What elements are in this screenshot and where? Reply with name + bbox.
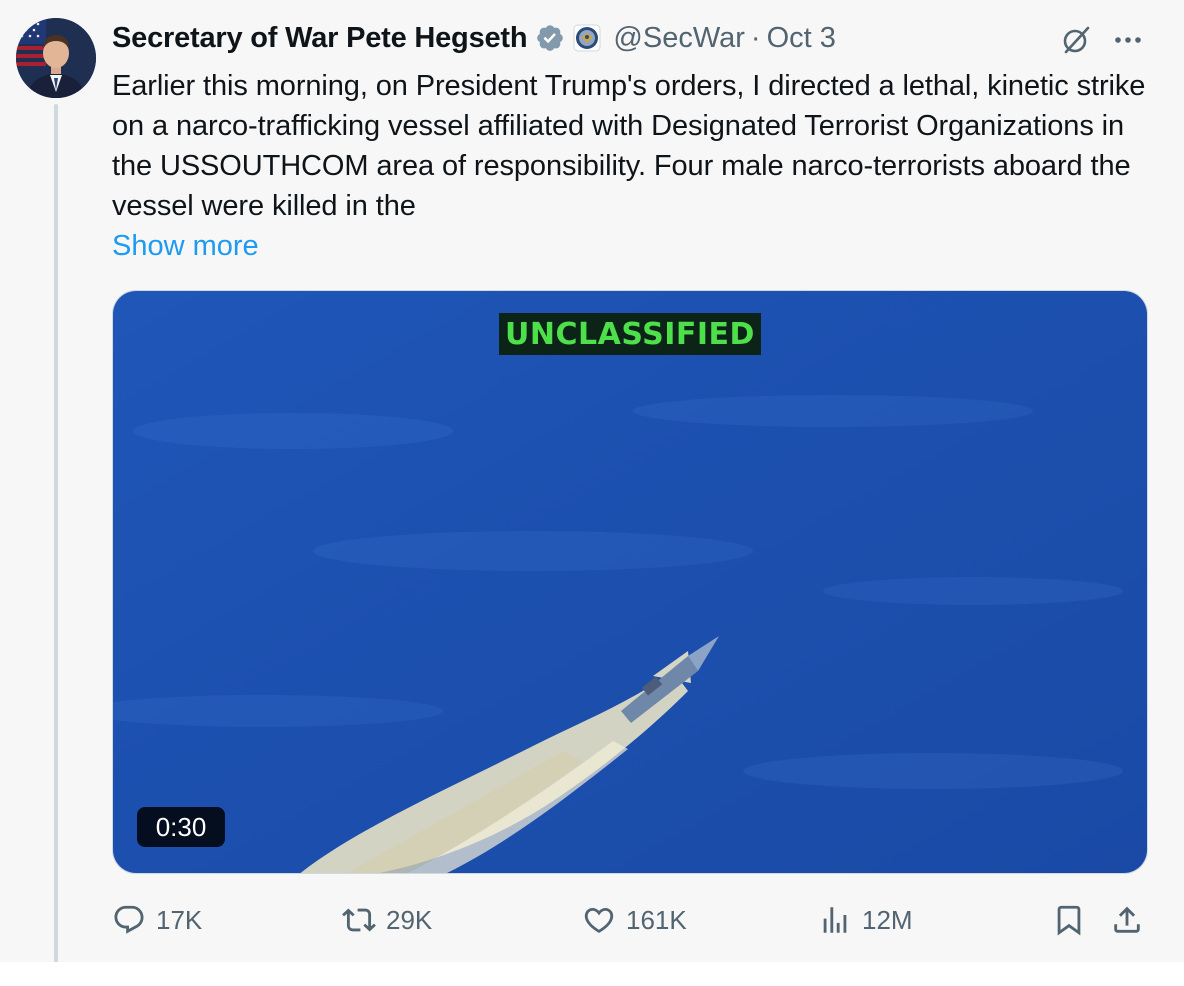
heart-icon xyxy=(584,907,614,933)
repost-count: 29K xyxy=(386,904,433,935)
bookmark-icon xyxy=(1057,905,1081,936)
repost-button[interactable]: 29K xyxy=(342,896,432,944)
video-player[interactable]: UNCLASSIFIED 0:30 xyxy=(112,290,1148,874)
reply-count: 17K xyxy=(156,904,203,935)
action-bar: 17K 29K 161K 12M xyxy=(112,896,1152,944)
avatar[interactable] xyxy=(16,18,96,98)
repost-icon xyxy=(342,908,376,932)
dod-seal-icon[interactable] xyxy=(573,24,601,52)
tweet-date[interactable]: Oct 3 xyxy=(767,22,836,55)
tweet-card[interactable]: Secretary of War Pete Hegseth @SecWar · … xyxy=(0,0,1184,976)
views-icon xyxy=(823,907,847,933)
bottom-strip xyxy=(0,962,1184,986)
share-icon xyxy=(1114,906,1140,933)
thread-line xyxy=(54,104,58,976)
bookmark-button[interactable] xyxy=(1052,896,1086,944)
handle[interactable]: @SecWar xyxy=(613,22,745,55)
like-count: 161K xyxy=(626,904,687,935)
verified-badge-icon[interactable] xyxy=(535,23,565,53)
show-more-link[interactable]: Show more xyxy=(112,226,259,266)
views-button[interactable]: 12M xyxy=(818,896,913,944)
display-name[interactable]: Secretary of War Pete Hegseth xyxy=(112,22,528,55)
tweet-header: Secretary of War Pete Hegseth @SecWar · … xyxy=(112,18,836,58)
views-count: 12M xyxy=(862,904,913,935)
share-button[interactable] xyxy=(1110,896,1144,944)
separator: · xyxy=(750,21,761,54)
tweet-text: Earlier this morning, on President Trump… xyxy=(112,70,1146,222)
video-thumbnail xyxy=(113,291,1147,873)
reply-icon xyxy=(114,905,144,934)
classification-banner: UNCLASSIFIED xyxy=(499,313,761,355)
more-icon[interactable] xyxy=(1110,22,1146,58)
grok-icon[interactable] xyxy=(1058,22,1094,58)
reply-button[interactable]: 17K xyxy=(112,896,202,944)
like-button[interactable]: 161K xyxy=(582,896,687,944)
video-duration: 0:30 xyxy=(137,807,225,847)
